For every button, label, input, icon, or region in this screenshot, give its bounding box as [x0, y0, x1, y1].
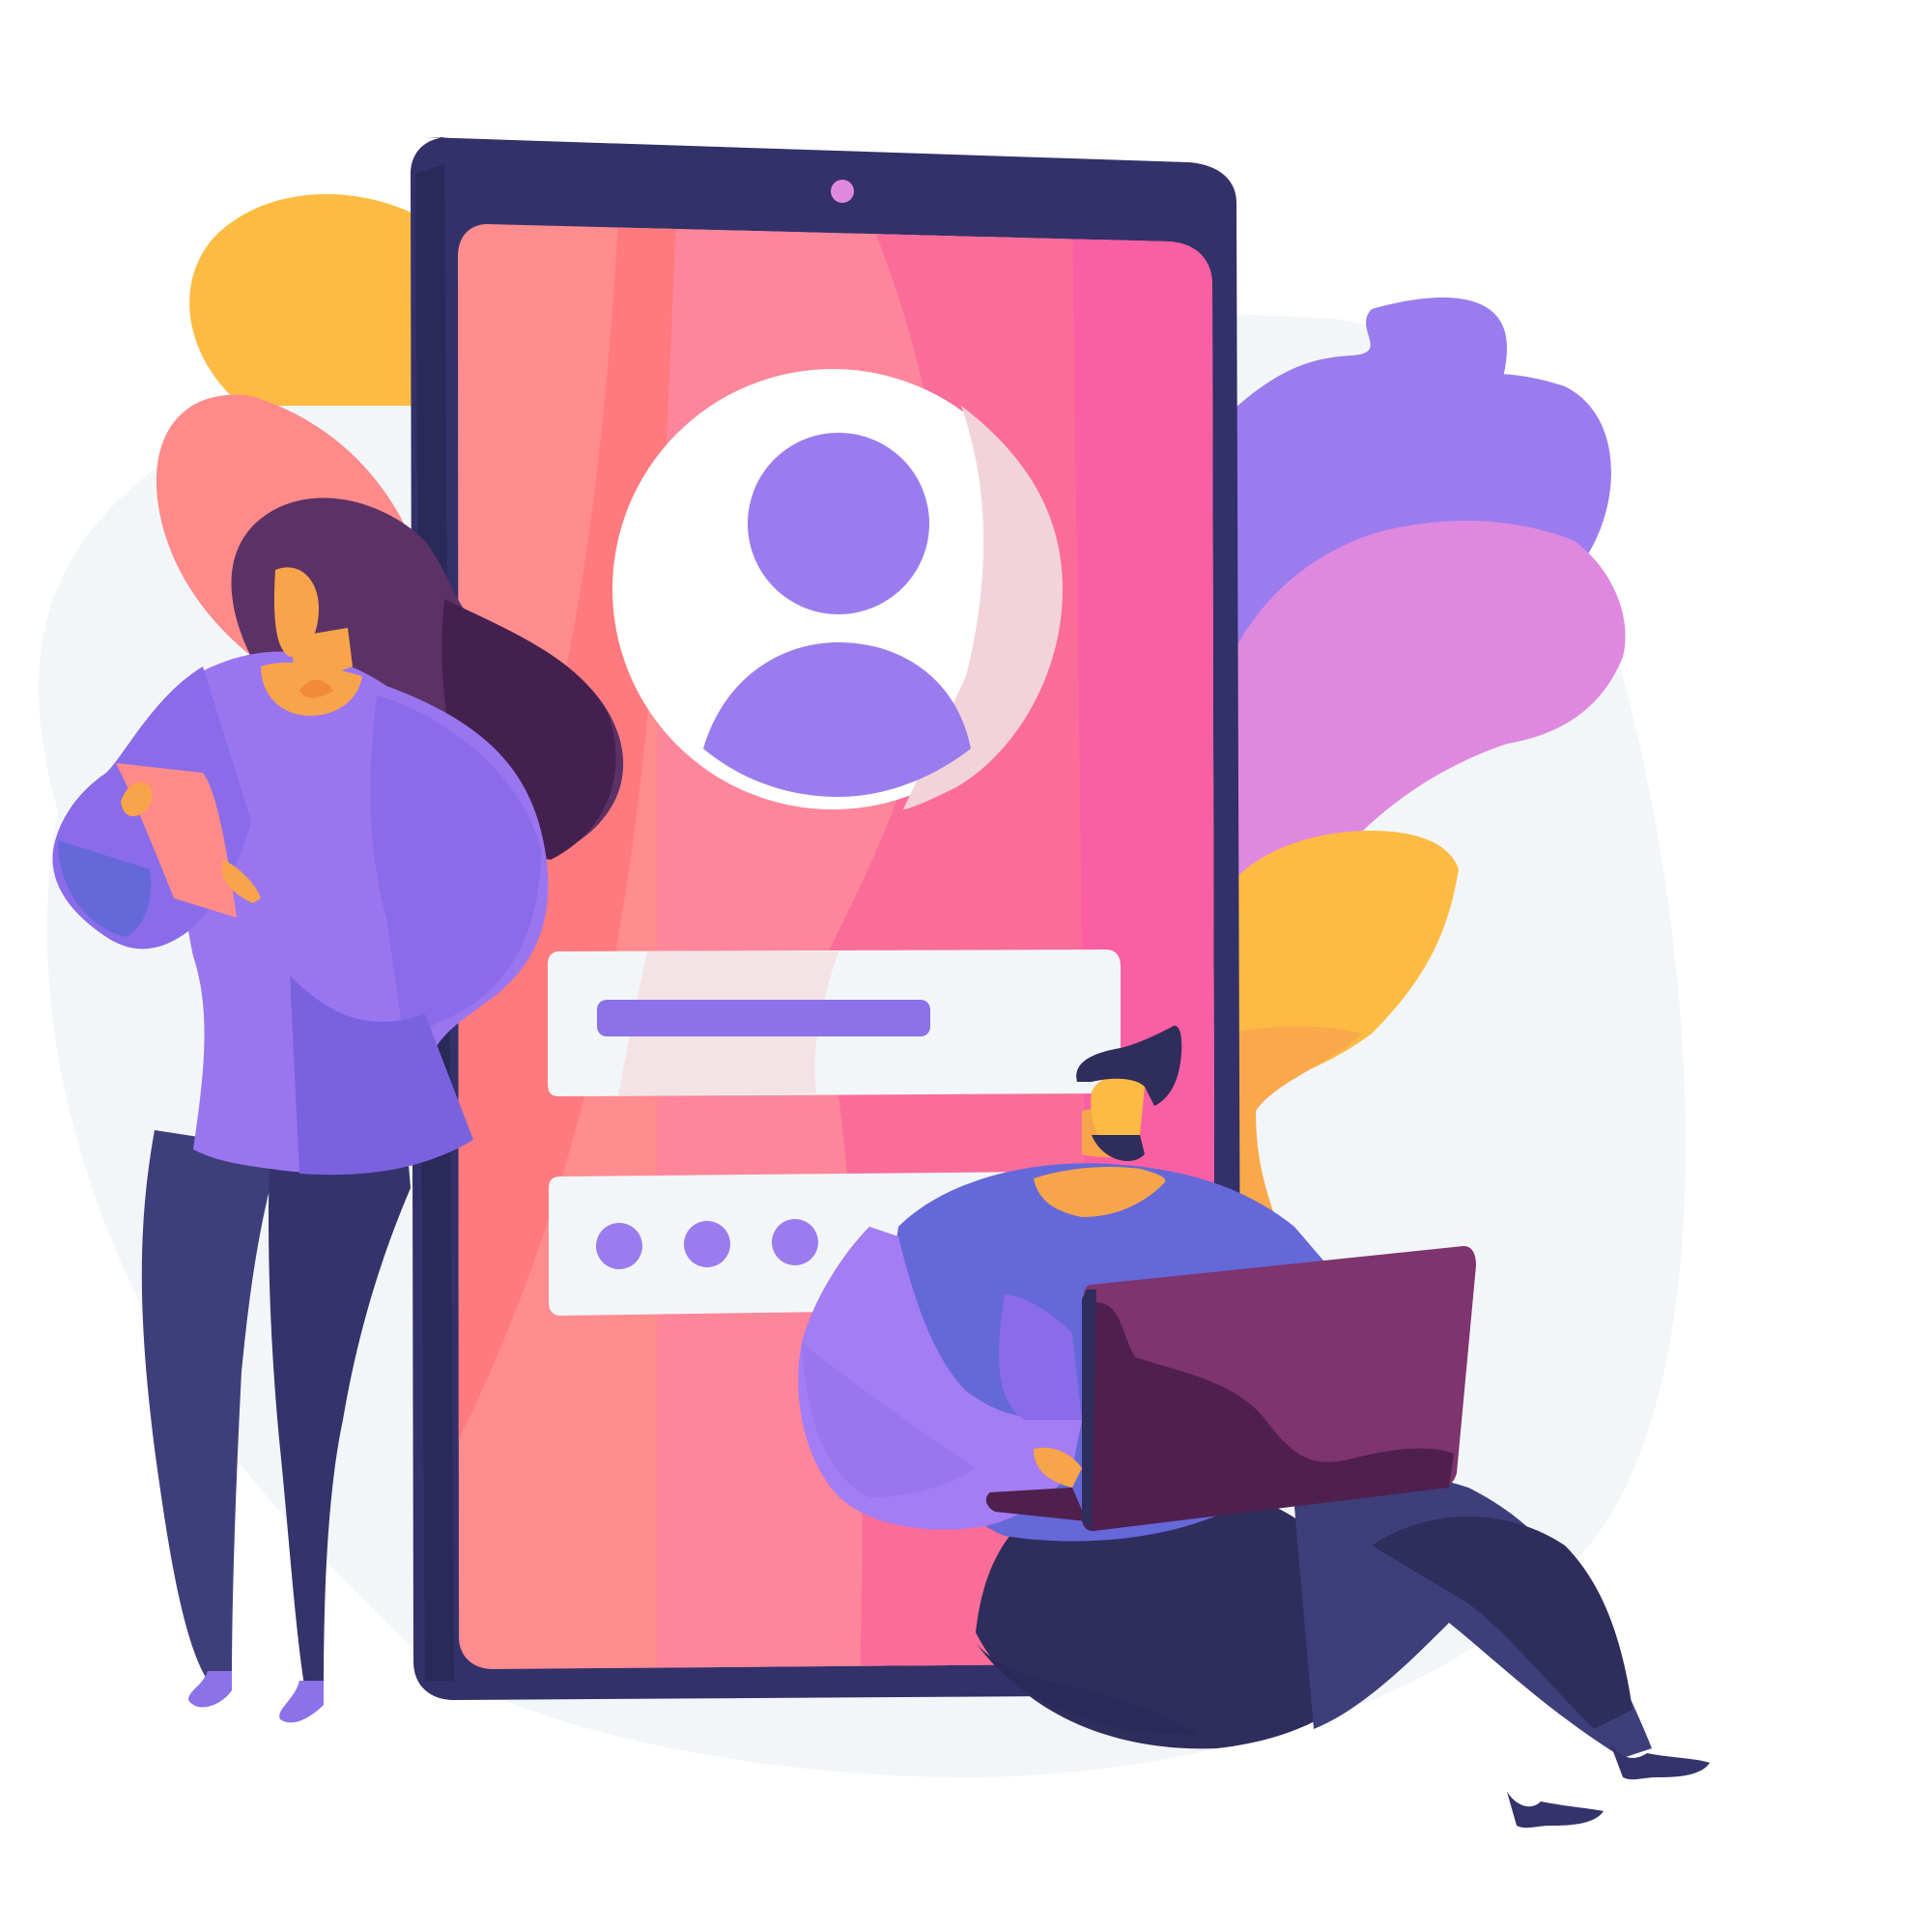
- username-field[interactable]: [548, 950, 1121, 1096]
- password-dot: [772, 1219, 818, 1265]
- password-dot: [684, 1221, 730, 1267]
- username-input-bar: [597, 1000, 930, 1036]
- password-dot: [596, 1223, 642, 1269]
- front-camera: [831, 180, 854, 203]
- laptop: [1082, 1246, 1476, 1531]
- user-login-illustration: [0, 0, 1932, 1928]
